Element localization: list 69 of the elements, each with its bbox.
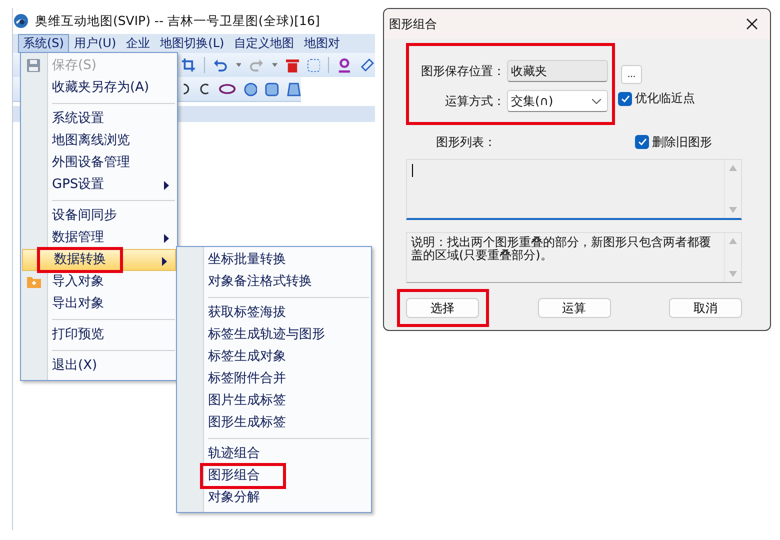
menu-item[interactable]: 导出对象 <box>21 293 177 315</box>
chevron-down-icon <box>592 99 601 104</box>
menu-item[interactable]: 标签生成对象 <box>177 346 371 368</box>
dialog-title: 图形组合 <box>389 16 437 32</box>
globe-logo-icon <box>13 13 29 29</box>
menu-item[interactable]: 数据管理 <box>21 227 177 249</box>
dialog-button[interactable]: 选择 <box>406 298 479 318</box>
menu-item[interactable]: 地图离线浏览 <box>21 130 177 152</box>
checkmark-icon <box>620 94 630 102</box>
crop-icon[interactable] <box>181 57 196 73</box>
dashed-rectangle-icon[interactable] <box>306 58 320 72</box>
menu-item[interactable]: 标签生成轨迹与图形 <box>177 324 371 346</box>
field-label: 运算方式： <box>444 92 506 110</box>
menu-item[interactable]: 对象备注格式转换 <box>177 271 371 293</box>
menu-bar-item[interactable]: 地图切换(L) <box>155 34 230 53</box>
menu-bar-item[interactable]: 自定义地图 <box>229 34 300 53</box>
circle-icon[interactable] <box>244 82 258 96</box>
location-field[interactable]: 收藏夹 <box>507 60 608 82</box>
close-icon[interactable] <box>746 18 758 30</box>
undo-icon[interactable] <box>212 57 228 73</box>
shape-list-field[interactable] <box>406 159 742 220</box>
dialog-button[interactable]: 取消 <box>669 298 742 318</box>
description-text: 说明：找出两个图形重叠的部分，新图形只包含两者都覆盖的区域(只要重叠部分)。 <box>411 235 711 262</box>
folder-icon <box>27 275 41 288</box>
menu-item[interactable]: GPS设置 <box>21 174 177 196</box>
rounded-square-icon[interactable] <box>265 82 280 96</box>
menu-bar-item[interactable]: 企业 <box>121 34 156 53</box>
menu-item[interactable]: 设备间同步 <box>21 205 177 227</box>
polygon-icon[interactable] <box>287 82 301 96</box>
menu-item[interactable]: 退出(X) <box>21 355 177 377</box>
menu-item[interactable]: 轨迹组合 <box>177 443 371 465</box>
menu-item[interactable]: 对象分解 <box>177 487 371 509</box>
trash-icon[interactable] <box>286 58 298 72</box>
menu-item[interactable]: 获取标签海拔 <box>177 302 371 324</box>
ellipse-icon[interactable] <box>219 83 236 95</box>
menu-item[interactable]: 数据转换 <box>22 249 176 271</box>
menu-bar-item[interactable]: 系统(S) <box>18 34 69 53</box>
arc-icon[interactable] <box>200 82 212 96</box>
checkmark-icon <box>638 138 646 146</box>
menu-item[interactable]: 坐标批量转换 <box>177 249 371 271</box>
menu-bar-item[interactable]: 用户(U) <box>68 34 122 53</box>
checkbox[interactable] <box>618 92 632 106</box>
browse-button[interactable]: ... <box>621 65 642 84</box>
submenu-arrow-icon <box>162 257 167 266</box>
dialog-button[interactable]: 运算 <box>538 298 610 318</box>
caret-icon[interactable] <box>272 63 278 67</box>
menu-item[interactable]: 打印预览 <box>21 324 177 346</box>
optimize-checkbox[interactable]: 优化临近点 <box>618 90 695 107</box>
pin-icon[interactable] <box>337 56 352 74</box>
menu-item[interactable]: 图形组合 <box>177 465 371 487</box>
menu-item[interactable]: 图形生成标签 <box>177 412 371 434</box>
caret-icon[interactable] <box>236 63 242 67</box>
menu-item[interactable]: 外围设备管理 <box>21 152 177 174</box>
list-label: 图形列表： <box>436 134 496 150</box>
checkbox-label: 删除旧图形 <box>652 134 712 150</box>
menu-item[interactable]: 标签附件合并 <box>177 368 371 390</box>
field-label: 图形保存位置： <box>420 62 506 80</box>
submenu-arrow-icon <box>164 234 169 243</box>
menu-item[interactable]: 图片生成标签 <box>177 390 371 412</box>
checkbox-label: 优化临近点 <box>635 90 695 107</box>
menu-bar-item[interactable]: 地图对 <box>299 34 346 53</box>
checkbox[interactable] <box>635 135 649 149</box>
window-title: 奥维互动地图(SVIP) -- 吉林一号卫星图(全球)[16] <box>35 12 320 30</box>
ruler-icon[interactable] <box>360 57 375 73</box>
menu-item[interactable]: 系统设置 <box>21 108 177 130</box>
submenu-arrow-icon <box>164 181 169 190</box>
menu-item[interactable]: 导入对象 <box>21 271 177 293</box>
delete-checkbox[interactable]: 删除旧图形 <box>635 134 712 150</box>
operation-dropdown[interactable]: 交集(∩) <box>507 90 608 112</box>
